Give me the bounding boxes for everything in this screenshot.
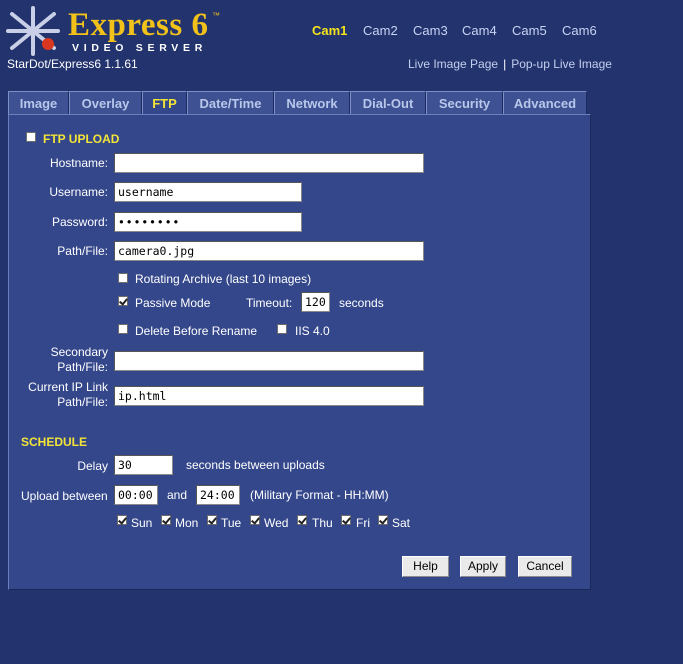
trademark-mark: ™	[212, 11, 220, 20]
tab-advanced[interactable]: Advanced	[503, 91, 587, 114]
cancel-button[interactable]: Cancel	[518, 556, 572, 577]
tab-ftp[interactable]: FTP	[142, 91, 187, 116]
day-thu-checkbox[interactable]	[297, 515, 307, 525]
apply-button[interactable]: Apply	[460, 556, 506, 577]
secondary-label-line1: Secondary	[50, 345, 108, 359]
path-file-input[interactable]: camera0.jpg	[114, 241, 424, 261]
day-fri-label: Fri	[356, 516, 370, 530]
day-thu-label: Thu	[312, 516, 333, 530]
live-image-page-link[interactable]: Live Image Page	[408, 57, 498, 71]
timeout-input[interactable]: 120	[301, 292, 330, 312]
brand-name: Express 6	[68, 7, 209, 43]
link-separator: |	[503, 57, 507, 71]
cam-link-2[interactable]: Cam2	[363, 23, 398, 38]
day-sun-label: Sun	[131, 516, 153, 530]
ftp-upload-checkbox[interactable]	[26, 132, 36, 142]
day-wed-label: Wed	[264, 516, 289, 530]
brand-subtitle: VIDEO SERVER	[72, 42, 207, 54]
upload-end-input[interactable]: 24:00	[196, 485, 240, 505]
logo: Express 6 ™ VIDEO SERVER	[6, 6, 226, 56]
day-mon-label: Mon	[175, 516, 199, 530]
starburst-logo-icon	[6, 6, 60, 56]
cam-link-3[interactable]: Cam3	[413, 23, 448, 38]
live-image-links: Live Image Page | Pop-up Live Image	[408, 57, 612, 71]
timeout-label: Timeout:	[246, 296, 293, 310]
delete-before-rename-label: Delete Before Rename	[135, 324, 258, 338]
tab-overlay[interactable]: Overlay	[69, 91, 142, 114]
day-fri-checkbox[interactable]	[341, 515, 351, 525]
popup-live-image-link[interactable]: Pop-up Live Image	[511, 57, 612, 71]
ftp-upload-title: FTP UPLOAD	[43, 132, 120, 146]
username-input[interactable]: username	[114, 182, 302, 202]
password-label: Password:	[51, 215, 108, 229]
secondary-label-line2: Path/File:	[57, 360, 108, 374]
iis-checkbox[interactable]	[277, 324, 287, 334]
hostname-input[interactable]	[114, 153, 424, 173]
tab-dial-out[interactable]: Dial-Out	[350, 91, 426, 114]
upload-start-input[interactable]: 00:00	[114, 485, 158, 505]
passive-mode-checkbox[interactable]	[118, 296, 128, 306]
password-input[interactable]: ••••••••	[114, 212, 302, 232]
upload-between-label: Upload between	[21, 489, 108, 503]
delay-input[interactable]: 30	[114, 455, 173, 475]
cam-link-6[interactable]: Cam6	[562, 23, 597, 38]
cam-link-4[interactable]: Cam4	[462, 23, 497, 38]
timeout-unit-label: seconds	[339, 296, 384, 310]
day-sun-checkbox[interactable]	[117, 515, 127, 525]
day-sat-checkbox[interactable]	[378, 515, 388, 525]
delete-before-rename-checkbox[interactable]	[118, 324, 128, 334]
current-ip-label-line2: Path/File:	[57, 395, 108, 409]
military-format-hint: (Military Format - HH:MM)	[250, 488, 389, 502]
delay-label: Delay	[77, 459, 108, 473]
cam-link-5[interactable]: Cam5	[512, 23, 547, 38]
help-button[interactable]: Help	[402, 556, 449, 577]
schedule-title: SCHEDULE	[21, 435, 88, 449]
passive-mode-label: Passive Mode	[135, 296, 211, 310]
current-ip-path-input[interactable]: ip.html	[114, 386, 424, 406]
tab-network[interactable]: Network	[274, 91, 350, 114]
secondary-path-input[interactable]	[114, 351, 424, 371]
day-wed-checkbox[interactable]	[250, 515, 260, 525]
delay-unit-label: seconds between uploads	[186, 458, 325, 472]
current-ip-label-line1: Current IP Link	[28, 380, 108, 394]
version-label: StarDot/Express6 1.1.61	[7, 57, 138, 71]
hostname-label: Hostname:	[49, 156, 108, 170]
path-file-label: Path/File:	[57, 244, 108, 258]
day-sat-label: Sat	[392, 516, 411, 530]
day-tue-checkbox[interactable]	[207, 515, 217, 525]
tab-image[interactable]: Image	[8, 91, 69, 114]
day-tue-label: Tue	[221, 516, 242, 530]
username-label: Username:	[49, 185, 108, 199]
iis-label: IIS 4.0	[295, 324, 330, 338]
rotating-archive-checkbox[interactable]	[118, 273, 128, 283]
tab-security[interactable]: Security	[426, 91, 503, 114]
rotating-archive-label: Rotating Archive (last 10 images)	[135, 272, 312, 286]
day-mon-checkbox[interactable]	[161, 515, 171, 525]
and-label: and	[167, 488, 188, 502]
tab-date-time[interactable]: Date/Time	[187, 91, 274, 114]
cam-link-1[interactable]: Cam1	[312, 23, 347, 38]
